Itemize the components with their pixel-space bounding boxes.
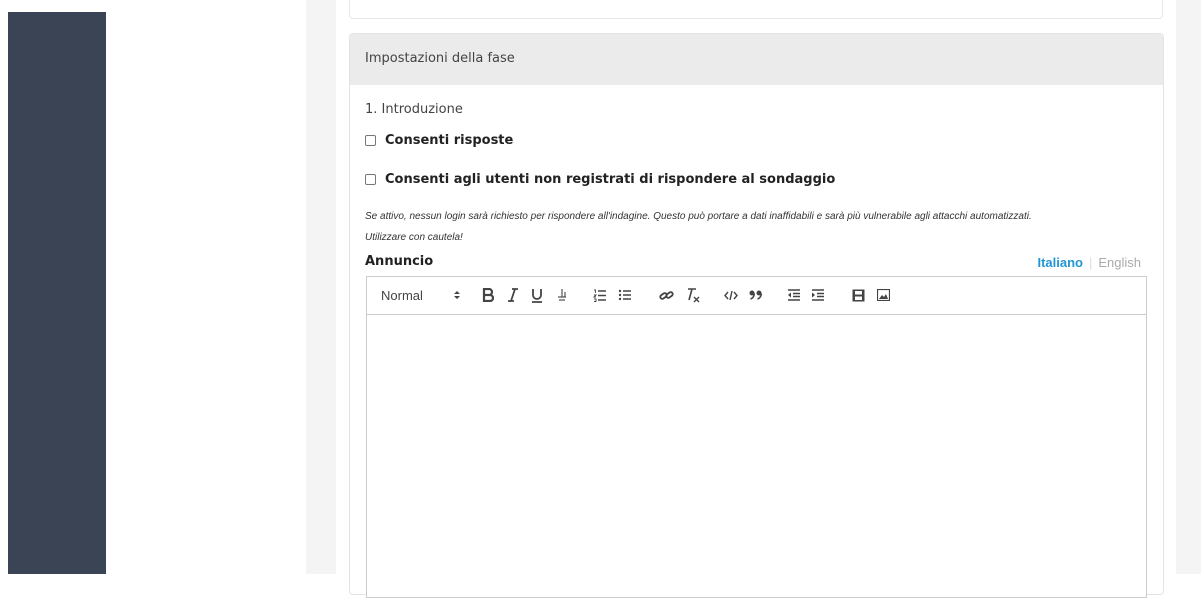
format-select-value: Normal	[381, 287, 423, 303]
language-separator: |	[1088, 255, 1093, 270]
allow-responses-label[interactable]: Consenti risposte	[385, 133, 513, 148]
blockquote-icon[interactable]	[748, 286, 764, 304]
code-icon[interactable]	[723, 286, 739, 304]
language-tab-italiano[interactable]: Italiano	[1037, 255, 1083, 270]
allow-anonymous-label[interactable]: Consenti agli utenti non registrati di r…	[385, 172, 835, 187]
allow-anonymous-option[interactable]: Consenti agli utenti non registrati di r…	[365, 172, 835, 187]
image-icon[interactable]	[875, 286, 891, 304]
language-tab-english[interactable]: English	[1098, 255, 1141, 270]
language-switch: Italiano | English	[1037, 255, 1141, 270]
ordered-list-icon[interactable]	[592, 286, 608, 304]
anonymous-help-warning: Utilizzare con cautela!	[365, 232, 463, 243]
italic-icon[interactable]	[505, 286, 521, 304]
video-icon[interactable]	[850, 286, 866, 304]
underline-icon[interactable]	[529, 286, 545, 304]
phase-settings-title: Impostazioni della fase	[365, 51, 515, 66]
allow-anonymous-checkbox[interactable]	[365, 174, 376, 185]
bullet-list-icon[interactable]	[617, 286, 633, 304]
indent-icon[interactable]	[810, 286, 826, 304]
editor-toolbar: Normal	[367, 277, 1146, 315]
announcement-editor: Normal	[366, 276, 1147, 598]
anonymous-help-text: Se attivo, nessun login sarà richiesto p…	[365, 211, 1032, 222]
bold-icon[interactable]	[480, 286, 496, 304]
left-sidebar	[8, 12, 106, 574]
phase-name: 1. Introduzione	[365, 102, 463, 117]
announcement-label: Annuncio	[365, 254, 434, 269]
link-icon[interactable]	[657, 286, 675, 304]
outdent-icon[interactable]	[786, 286, 802, 304]
phase-settings-header: Impostazioni della fase	[350, 34, 1163, 85]
allow-responses-checkbox[interactable]	[365, 135, 376, 146]
format-select[interactable]: Normal	[381, 286, 461, 304]
phase-settings-card: Impostazioni della fase 1. Introduzione …	[349, 33, 1164, 598]
content-gutter-right	[1176, 0, 1201, 574]
editor-content-area[interactable]	[367, 315, 1146, 597]
clear-format-icon[interactable]	[683, 286, 701, 304]
previous-card	[349, 0, 1163, 19]
strike-icon[interactable]	[554, 286, 570, 304]
content-gutter-left	[306, 0, 336, 574]
select-arrows-icon	[453, 291, 460, 299]
allow-responses-option[interactable]: Consenti risposte	[365, 133, 513, 148]
